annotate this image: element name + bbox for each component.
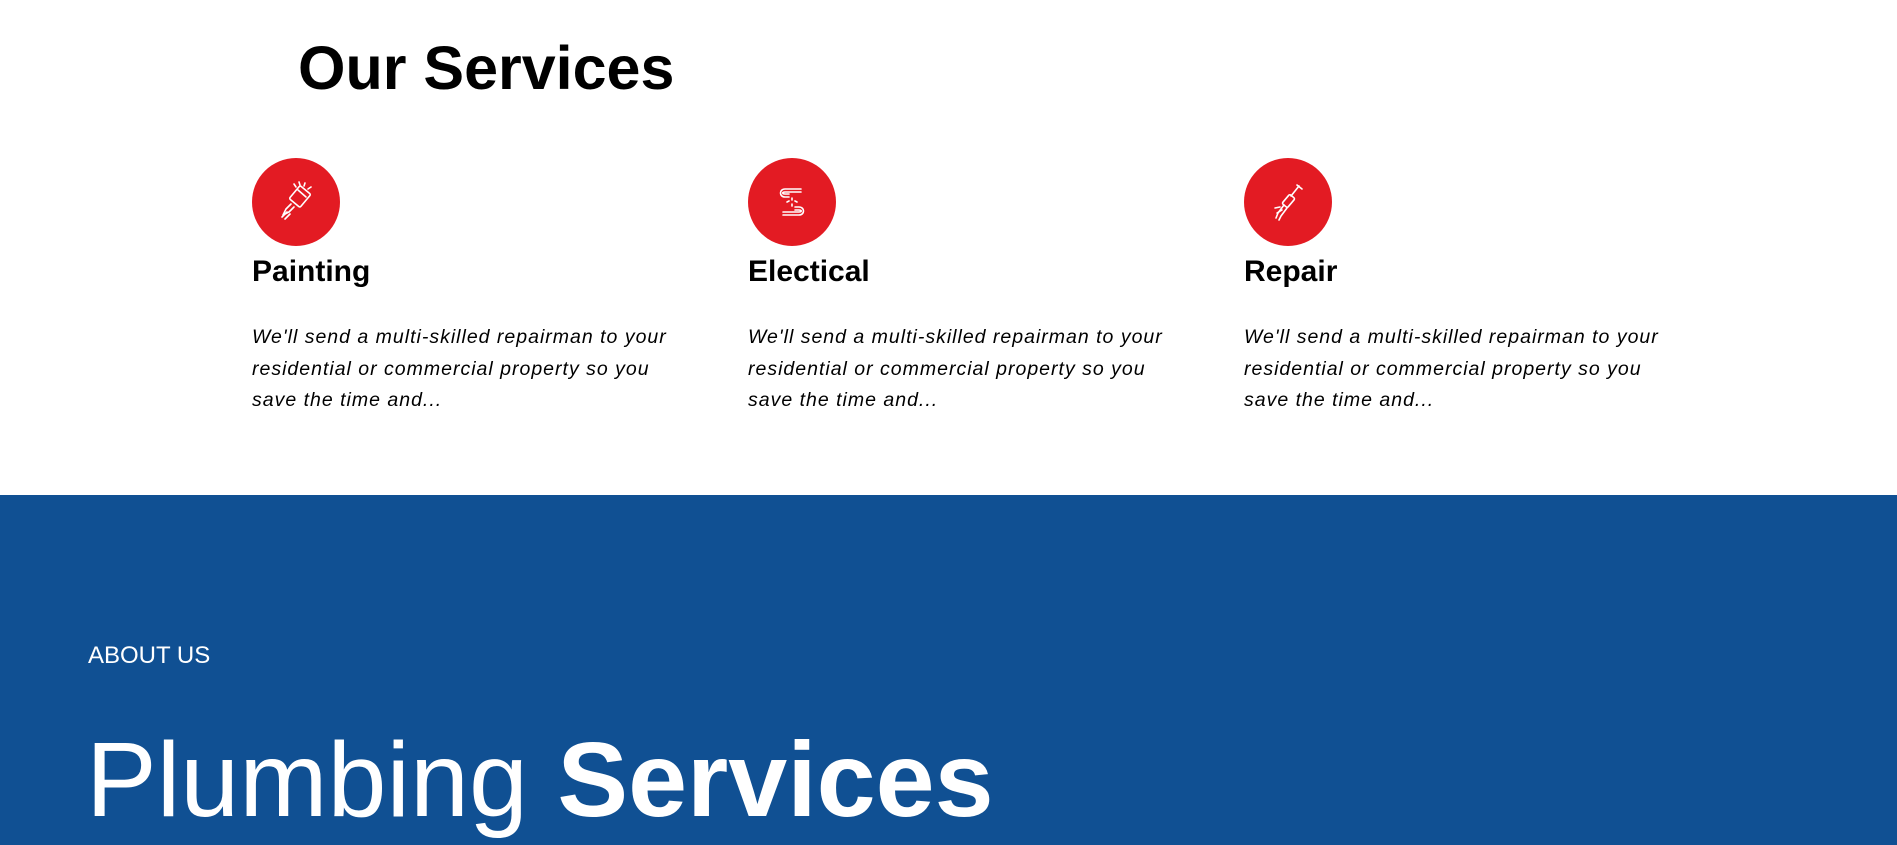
about-heading-light: Plumbing: [86, 721, 528, 839]
service-description: We'll send a multi-skilled repairman to …: [748, 326, 1163, 411]
about-section: ABOUT US Plumbing Services: [0, 495, 1897, 845]
service-card-painting[interactable]: Painting We'll send a multi-skilled repa…: [252, 158, 682, 417]
screwdriver-icon: [1244, 158, 1332, 246]
service-title: Electical: [748, 255, 870, 288]
service-description: We'll send a multi-skilled repairman to …: [252, 326, 667, 411]
services-title: Our Services: [298, 34, 675, 102]
service-title: Repair: [1244, 255, 1338, 288]
service-card-electical[interactable]: Electical We'll send a multi-skilled rep…: [748, 158, 1178, 417]
paint-brush-icon: [252, 158, 340, 246]
about-heading-bold: Services: [557, 721, 994, 839]
about-heading: Plumbing Services: [86, 720, 994, 840]
cable-icon: [748, 158, 836, 246]
service-card-repair[interactable]: Repair We'll send a multi-skilled repair…: [1244, 158, 1674, 417]
about-eyebrow: ABOUT US: [88, 642, 211, 669]
services-section: Our Services Painting We'll send a multi…: [0, 0, 1897, 495]
service-description: We'll send a multi-skilled repairman to …: [1244, 326, 1659, 411]
service-title: Painting: [252, 255, 371, 288]
